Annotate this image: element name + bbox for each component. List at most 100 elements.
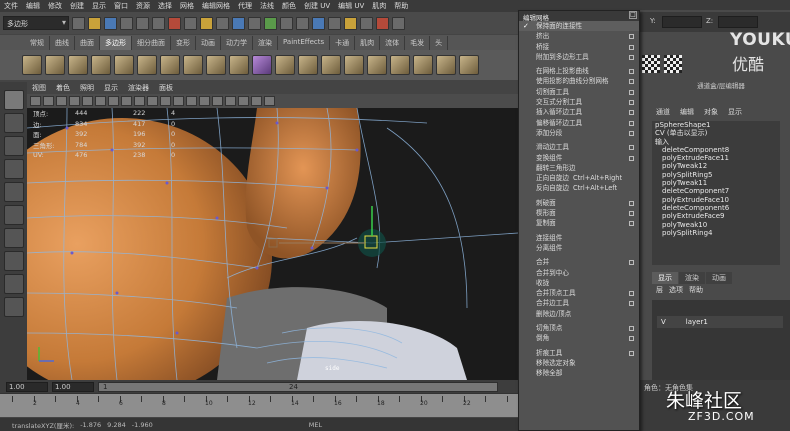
poly-cylinder-icon[interactable]: [68, 55, 88, 75]
option-box-icon[interactable]: [629, 291, 634, 297]
option-box-icon[interactable]: [629, 34, 634, 40]
new-scene-icon[interactable]: [72, 16, 85, 30]
layer-tab-0[interactable]: 显示: [652, 272, 678, 284]
channel-inputs-label[interactable]: 输入: [652, 138, 780, 146]
scale-tool-icon[interactable]: [3, 205, 24, 225]
poly-helix-icon[interactable]: [229, 55, 249, 75]
safe-action-icon[interactable]: [147, 96, 158, 106]
menu-11[interactable]: 法线: [256, 1, 278, 11]
shelf-tab-12[interactable]: 流体: [380, 36, 406, 50]
option-box-icon[interactable]: [629, 100, 634, 106]
lasso-tool-icon[interactable]: [3, 113, 24, 133]
poly-plane-icon[interactable]: [114, 55, 134, 75]
menu-item[interactable]: 反向自旋边 Ctrl+Alt+Left: [519, 183, 639, 193]
option-box-icon[interactable]: [629, 336, 634, 342]
option-box-icon[interactable]: [629, 350, 634, 356]
channel-box[interactable]: pSphereShape1 CV (单击以显示) 输入 deleteComponent…: [652, 121, 780, 265]
menu-item[interactable]: 使用投影的曲线分割网格: [519, 76, 639, 86]
channel-menu-1[interactable]: 编辑: [680, 107, 694, 119]
shelf-tab-14[interactable]: 头: [430, 36, 449, 50]
hypershade-icon[interactable]: [392, 16, 405, 30]
menu-7[interactable]: 选择: [154, 1, 176, 11]
history-node[interactable]: polySplitRing4: [652, 229, 780, 237]
option-box-icon[interactable]: [629, 110, 634, 116]
shelf-tab-3[interactable]: 多边形: [100, 36, 132, 50]
channel-menu-0[interactable]: 通道: [656, 107, 670, 119]
option-box-icon[interactable]: [629, 44, 634, 50]
shelf-tab-10[interactable]: 卡通: [330, 36, 356, 50]
layer-tab-1[interactable]: 渲染: [679, 272, 705, 284]
wireframe-icon[interactable]: [173, 96, 184, 106]
poly-sphere-icon[interactable]: [22, 55, 42, 75]
edge-mask-icon[interactable]: [216, 16, 229, 30]
close-icon[interactable]: □: [629, 11, 637, 19]
menu-9[interactable]: 编辑网格: [198, 1, 234, 11]
channel-menu-3[interactable]: 显示: [728, 107, 742, 119]
menu-item[interactable]: 楔形面: [519, 208, 639, 218]
poly-prism-icon[interactable]: [160, 55, 180, 75]
menu-item[interactable]: 插入循环边工具: [519, 107, 639, 117]
menu-3[interactable]: 创建: [66, 1, 88, 11]
shelf-tab-13[interactable]: 毛发: [405, 36, 431, 50]
channel-cv-note[interactable]: CV (单击以显示): [652, 129, 780, 137]
panel-menu-5[interactable]: 面板: [154, 83, 178, 93]
menu-item[interactable]: 折痕工具: [519, 348, 639, 358]
history-node[interactable]: polyExtrudeFace11: [652, 154, 780, 162]
safe-title-icon[interactable]: [160, 96, 171, 106]
menu-item[interactable]: 连接组件: [519, 233, 639, 243]
option-box-icon[interactable]: [629, 326, 634, 332]
history-node[interactable]: polyTweak11: [652, 179, 780, 187]
select-object-icon[interactable]: [136, 16, 149, 30]
checker-icon-2[interactable]: [664, 55, 682, 73]
separate-icon[interactable]: [275, 55, 295, 75]
y-field[interactable]: [662, 16, 702, 28]
manipulator-icon[interactable]: [3, 228, 24, 248]
render-settings-icon[interactable]: [376, 16, 389, 30]
menu-item[interactable]: 删除边/顶点: [519, 309, 639, 319]
range-slider[interactable]: 1 24: [98, 381, 498, 392]
menu-2[interactable]: 修改: [44, 1, 66, 11]
uv-mask-icon[interactable]: [248, 16, 261, 30]
menu-item[interactable]: 添加分段: [519, 128, 639, 138]
option-box-icon[interactable]: [629, 301, 634, 307]
gate-mask-icon[interactable]: [121, 96, 132, 106]
menu-item[interactable]: 刺破面: [519, 198, 639, 208]
menu-item[interactable]: 合并到中心: [519, 268, 639, 278]
snap-point-icon[interactable]: [296, 16, 309, 30]
option-box-icon[interactable]: [629, 221, 634, 227]
mask-icon-2[interactable]: [184, 16, 197, 30]
menu-item[interactable]: ✓ 保持面的连接性: [519, 21, 639, 32]
menu-item[interactable]: 分离组件: [519, 243, 639, 253]
shelf-tab-5[interactable]: 变形: [171, 36, 196, 50]
menu-item[interactable]: 合并顶点工具: [519, 288, 639, 298]
poly-pipe-icon[interactable]: [206, 55, 226, 75]
history-icon[interactable]: [328, 16, 341, 30]
layer-visibility[interactable]: V: [661, 318, 666, 326]
layer-menu-1[interactable]: 选项: [669, 285, 683, 296]
film-gate-icon[interactable]: [95, 96, 106, 106]
snap-grid-icon[interactable]: [264, 16, 277, 30]
checker-icon[interactable]: [642, 55, 660, 73]
menu-item[interactable]: 滑动边工具: [519, 142, 639, 152]
poly-cone-icon[interactable]: [91, 55, 111, 75]
layer-menu-0[interactable]: 层: [656, 285, 663, 296]
shelf-tab-11[interactable]: 肌肉: [355, 36, 381, 50]
menu-8[interactable]: 网格: [176, 1, 198, 11]
menu-item[interactable]: 附加到多边形工具: [519, 52, 639, 62]
menu-item[interactable]: 倒角: [519, 333, 639, 343]
move-tool-icon[interactable]: [3, 159, 24, 179]
option-box-icon[interactable]: [629, 260, 634, 266]
menu-16[interactable]: 帮助: [390, 1, 412, 11]
boolean-icon[interactable]: [344, 55, 364, 75]
shadows-icon[interactable]: [238, 96, 249, 106]
shelf-tab-9[interactable]: PaintEffects: [278, 36, 331, 50]
wire-on-shaded-icon[interactable]: [199, 96, 210, 106]
menu-item[interactable]: 收拢: [519, 278, 639, 288]
lock-camera-icon[interactable]: [43, 96, 54, 106]
menu-13[interactable]: 创建 UV: [300, 1, 334, 11]
option-box-icon[interactable]: [629, 200, 634, 206]
textured-icon[interactable]: [212, 96, 223, 106]
image-plane-icon[interactable]: [69, 96, 80, 106]
menu-item[interactable]: 翻转三角形边: [519, 163, 639, 173]
render-icon[interactable]: [344, 16, 357, 30]
